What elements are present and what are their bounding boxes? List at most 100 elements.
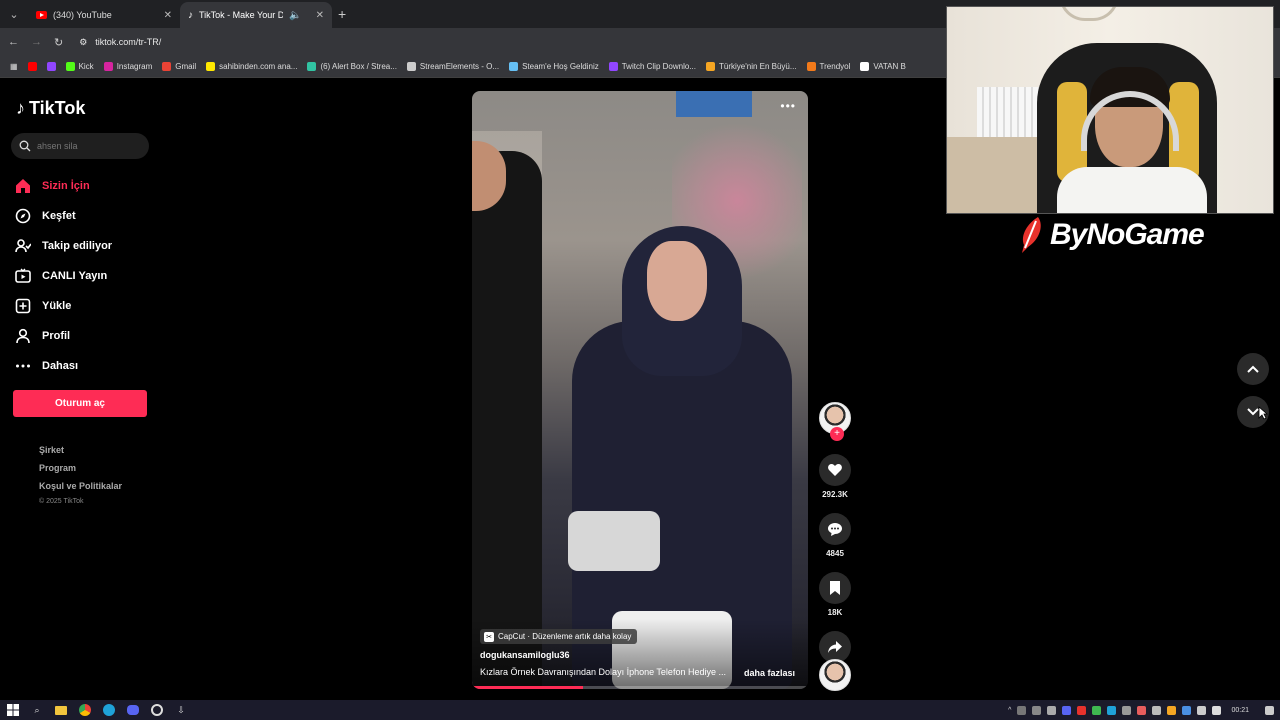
music-disc-avatar[interactable]: [819, 659, 851, 691]
tab-search-button[interactable]: ⌄: [0, 0, 28, 28]
sidebar-item-upload[interactable]: Yükle: [14, 291, 164, 321]
footer-link[interactable]: Şirket: [39, 445, 122, 463]
comment-count: 4845: [826, 549, 844, 558]
capcut-icon: ✂: [484, 631, 494, 642]
system-tray: ^ 00:21: [1008, 700, 1274, 720]
tray-app-icon[interactable]: [1167, 705, 1177, 715]
obs-icon[interactable]: [150, 703, 164, 717]
bookmark-item[interactable]: StreamElements - O...: [406, 62, 499, 71]
bookmark-item[interactable]: [27, 62, 37, 71]
tab-youtube[interactable]: (340) YouTube ✕: [28, 2, 180, 28]
capcut-badge[interactable]: ✂ CapCut · Düzenleme artık daha kolay: [480, 629, 638, 644]
see-more-link[interactable]: daha fazlası: [744, 668, 795, 678]
tiktok-icon: ♪: [188, 9, 193, 21]
tray-app-icon[interactable]: [1182, 705, 1192, 715]
tray-app-icon[interactable]: [1137, 705, 1147, 715]
footer-links: Şirket Program Koşul ve Politikalar: [39, 445, 122, 499]
bookmark-item[interactable]: Kick: [65, 62, 94, 71]
apps-icon[interactable]: ▦: [10, 62, 18, 71]
sidebar-item-label: Yükle: [42, 300, 72, 312]
sidebar-item-label: CANLI Yayın: [42, 270, 108, 282]
bookmark-label: Twitch Clip Downlo...: [621, 62, 696, 71]
gmail-icon: [162, 62, 172, 71]
sidebar-item-compass[interactable]: Keşfet: [14, 201, 164, 231]
network-icon[interactable]: [1197, 705, 1207, 715]
reload-icon[interactable]: ↻: [54, 36, 63, 49]
bookmark-label: sahibinden.com ana...: [219, 62, 298, 71]
save-count: 18K: [827, 608, 843, 617]
bookmark-item[interactable]: Twitch Clip Downlo...: [608, 62, 696, 71]
bookmark-item[interactable]: sahibinden.com ana...: [206, 62, 297, 71]
chrome-icon[interactable]: [78, 703, 92, 717]
bookmark-item[interactable]: (6) Alert Box / Strea...: [307, 62, 397, 71]
volume-icon[interactable]: [1212, 705, 1222, 715]
tray-app-icon[interactable]: [1017, 705, 1027, 715]
bookmark-item[interactable]: Gmail: [162, 62, 196, 71]
footer-link[interactable]: Koşul ve Politikalar: [39, 481, 122, 499]
tray-app-icon[interactable]: [1032, 705, 1042, 715]
comment-button[interactable]: [819, 513, 851, 545]
bookmark-item[interactable]: Türkiye'nin En Büyü...: [705, 62, 797, 71]
tray-app-icon[interactable]: [1152, 705, 1162, 715]
save-button[interactable]: [819, 572, 851, 604]
brand-text: ByNoGame: [1050, 218, 1205, 251]
sidebar-item-more[interactable]: Dahası: [14, 351, 164, 381]
sidebar-item-profile[interactable]: Profil: [14, 321, 164, 351]
site-info-icon[interactable]: ⚙: [79, 37, 87, 48]
bookmark-icon: [830, 581, 840, 595]
close-icon[interactable]: ✕: [164, 10, 172, 21]
tiktok-logo[interactable]: ♪ TikTok: [16, 98, 85, 119]
webcam-scene: [1057, 167, 1207, 213]
search-box[interactable]: [11, 133, 149, 159]
search-icon[interactable]: ⌕: [30, 703, 44, 717]
search-input[interactable]: [37, 141, 137, 151]
bookmark-item[interactable]: Trendyol: [806, 62, 850, 71]
like-button[interactable]: [819, 454, 851, 486]
notification-icon[interactable]: [1265, 705, 1274, 715]
login-button[interactable]: Oturum aç: [13, 390, 147, 417]
trendyol-icon: [806, 62, 816, 71]
microphone-icon[interactable]: [1047, 705, 1057, 715]
tray-chevron-icon[interactable]: ^: [1008, 707, 1011, 714]
live-icon: [14, 267, 32, 285]
url-field[interactable]: ⚙ tiktok.com/tr-TR/: [79, 37, 161, 48]
tray-app-icon[interactable]: [1092, 705, 1102, 715]
app-icon[interactable]: ⇩: [174, 703, 188, 717]
previous-video-button[interactable]: [1237, 353, 1269, 385]
sidebar-item-home[interactable]: Sizin İçin: [14, 171, 164, 201]
more-options-icon[interactable]: •••: [780, 99, 796, 113]
sidebar-item-following[interactable]: Takip ediliyor: [14, 231, 164, 261]
bookmark-item[interactable]: Instagram: [103, 62, 152, 71]
footer-link[interactable]: Program: [39, 463, 122, 481]
logo-text: TikTok: [29, 98, 86, 118]
discord-tray-icon[interactable]: [1062, 705, 1072, 715]
follow-plus-icon[interactable]: +: [830, 427, 844, 441]
video-scene: [472, 151, 542, 689]
tray-app-icon[interactable]: [1107, 705, 1117, 715]
discord-icon[interactable]: [126, 703, 140, 717]
sidebar-item-live[interactable]: CANLI Yayın: [14, 261, 164, 291]
tray-app-icon[interactable]: [1122, 705, 1132, 715]
clock-text[interactable]: 00:21: [1231, 707, 1249, 714]
tab-tiktok[interactable]: ♪ TikTok - Make Your Day 🔈 ✕: [180, 2, 332, 28]
forward-icon[interactable]: →: [31, 36, 42, 48]
search-icon: [19, 140, 31, 152]
video-actions: + 292.3K 4845 18K 2: [818, 402, 852, 676]
bookmark-item[interactable]: [46, 62, 56, 71]
bookmark-item[interactable]: Steam'e Hoş Geldiniz: [509, 62, 599, 71]
back-icon[interactable]: ←: [8, 36, 19, 48]
windows-start-icon[interactable]: [6, 703, 20, 717]
tray-app-icon[interactable]: [1077, 705, 1087, 715]
new-tab-button[interactable]: +: [338, 6, 346, 22]
edge-icon[interactable]: [102, 703, 116, 717]
video-player[interactable]: ••• ✂ CapCut · Düzenleme artık daha kola…: [472, 91, 808, 689]
video-username[interactable]: dogukansamiloglu36: [480, 650, 570, 660]
file-explorer-icon[interactable]: [54, 703, 68, 717]
speaker-icon[interactable]: 🔈: [289, 10, 301, 21]
bookmark-item[interactable]: VATAN B: [860, 62, 906, 71]
creator-avatar[interactable]: +: [819, 402, 851, 441]
twitch-icon: [608, 62, 618, 71]
close-icon[interactable]: ✕: [316, 10, 324, 21]
vatan-icon: [860, 62, 870, 71]
tab-title: (340) YouTube: [53, 10, 112, 20]
